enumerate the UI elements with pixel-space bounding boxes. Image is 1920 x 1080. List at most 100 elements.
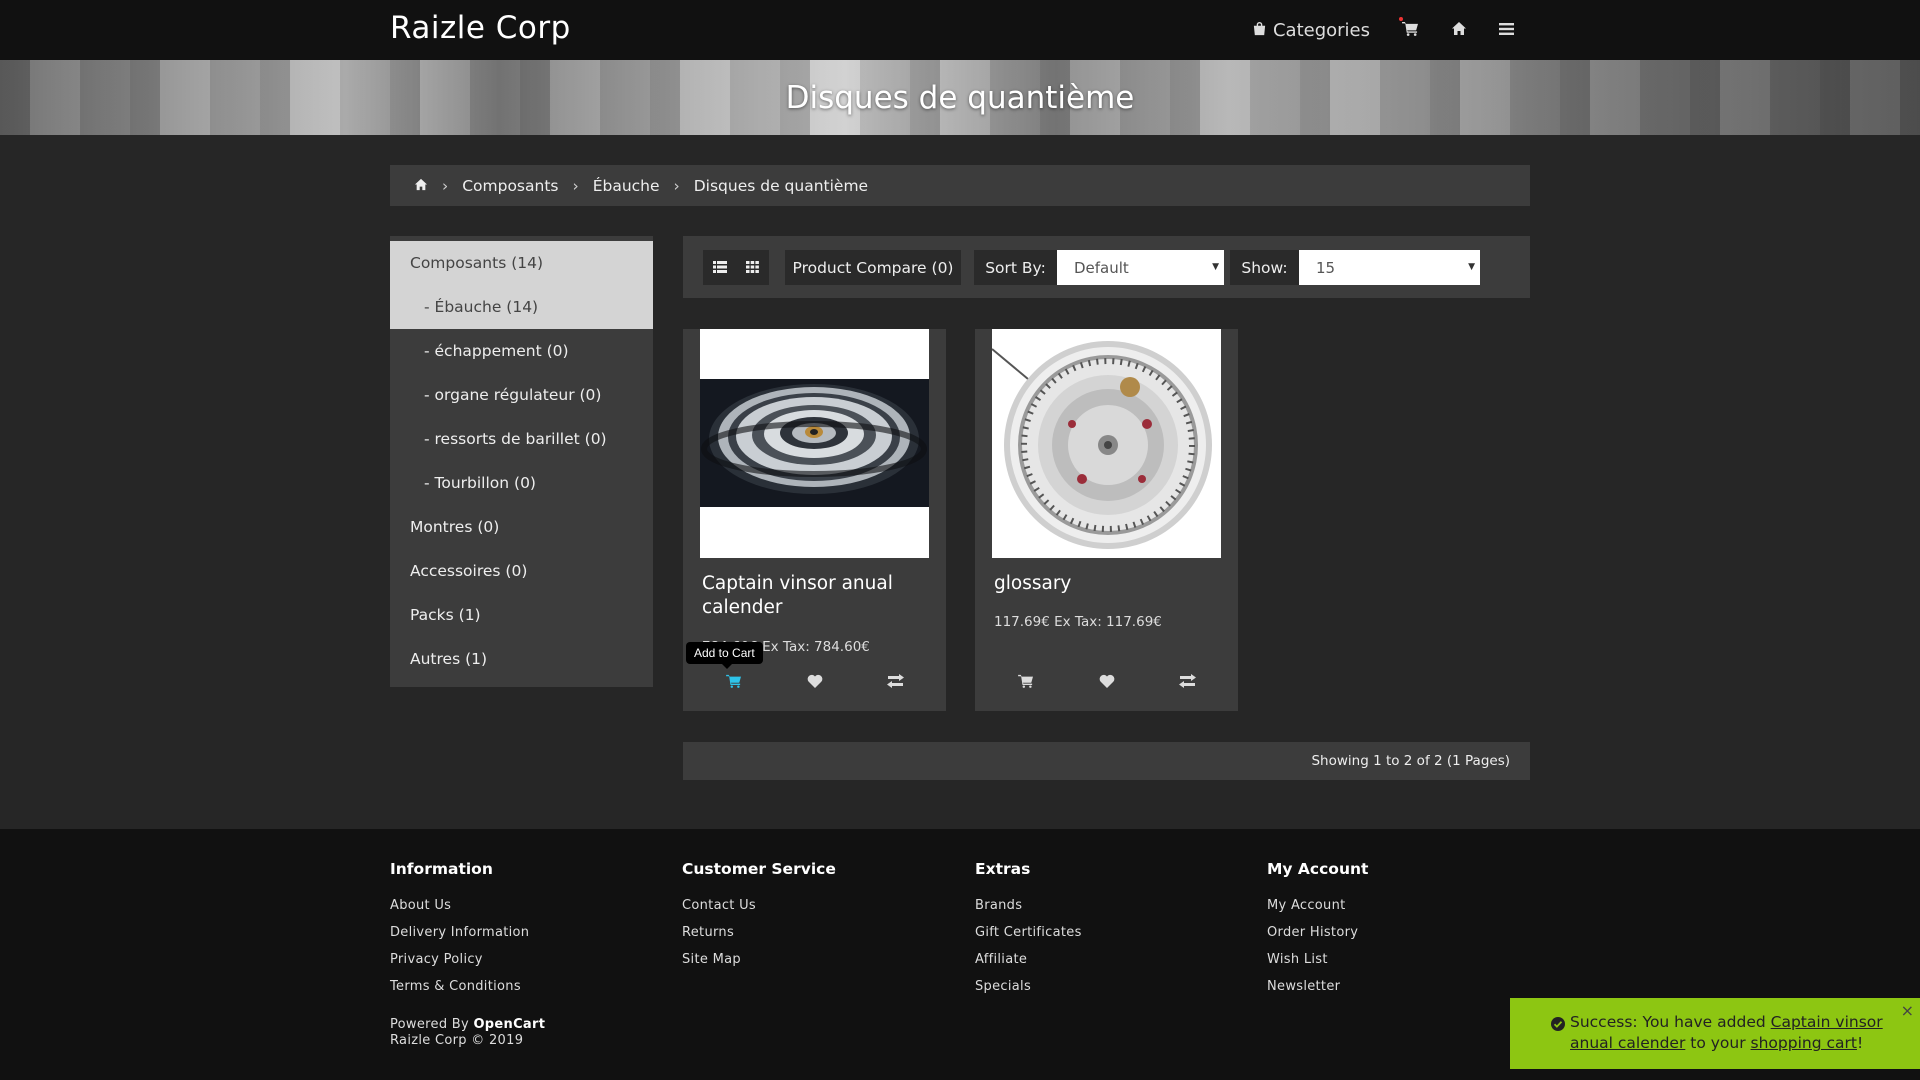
- alert-middle: to your: [1690, 1034, 1746, 1052]
- show-label: Show:: [1230, 250, 1299, 285]
- powered-prefix: Powered By: [390, 1017, 470, 1032]
- show-select-value: 15: [1316, 258, 1336, 277]
- alert-prefix: Success: You have added: [1570, 1013, 1766, 1031]
- category-banner: Disques de quantième: [0, 60, 1920, 135]
- sidebar-item-tourbillon[interactable]: - Tourbillon (0): [390, 461, 653, 505]
- footer-link[interactable]: Brands: [975, 892, 1082, 919]
- breadcrumb-item[interactable]: Composants: [462, 177, 558, 195]
- sort-by-label: Sort By:: [974, 250, 1057, 285]
- sidebar-item-composants[interactable]: Composants (14): [390, 241, 653, 285]
- categories-menu[interactable]: Categories: [1252, 20, 1370, 41]
- footer-link[interactable]: Wish List: [1267, 946, 1368, 973]
- show-limit-select[interactable]: 15 ▼: [1299, 250, 1480, 285]
- sidebar-item-echappement[interactable]: - échappement (0): [390, 329, 653, 373]
- product-card: Captain vinsor anual calender 784.60€ Ex…: [683, 329, 946, 711]
- product-image[interactable]: [700, 329, 929, 558]
- add-to-wishlist-button[interactable]: [795, 669, 835, 695]
- footer-link[interactable]: Terms & Conditions: [390, 973, 529, 1000]
- opencart-link[interactable]: OpenCart: [473, 1017, 545, 1032]
- brand-logo[interactable]: Raizle Corp: [390, 10, 571, 46]
- product-name[interactable]: Captain vinsor anual calender: [702, 572, 922, 620]
- breadcrumb-separator: ›: [442, 176, 449, 195]
- breadcrumb-separator: ›: [673, 176, 680, 195]
- sidebar-item-ebauche[interactable]: - Ébauche (14): [390, 285, 653, 329]
- breadcrumb-item[interactable]: Disques de quantième: [694, 177, 868, 195]
- page-title: Disques de quantième: [785, 80, 1135, 116]
- sidebar-item-organe-regulateur[interactable]: - organe régulateur (0): [390, 373, 653, 417]
- footer-link[interactable]: Affiliate: [975, 946, 1082, 973]
- shopping-bag-icon: [1252, 20, 1267, 41]
- product-price: 117.69€ Ex Tax: 117.69€: [994, 614, 1162, 630]
- sidebar-item-autres[interactable]: Autres (1): [390, 637, 653, 681]
- category-sidebar: Composants (14) - Ébauche (14) - échappe…: [390, 236, 653, 687]
- sort-select-value: Default: [1074, 258, 1129, 277]
- compare-icon: [887, 673, 904, 692]
- chevron-down-icon: ▼: [1468, 262, 1475, 272]
- sidebar-item-montres[interactable]: Montres (0): [390, 505, 653, 549]
- breadcrumb-separator: ›: [572, 176, 579, 195]
- add-to-cart-tooltip: Add to Cart: [686, 642, 763, 669]
- heart-icon: [807, 673, 823, 692]
- sort-select[interactable]: Default ▼: [1057, 250, 1224, 285]
- cart-button[interactable]: [1399, 16, 1419, 41]
- footer-link[interactable]: Returns: [682, 919, 836, 946]
- heart-icon: [1099, 673, 1115, 692]
- footer-link[interactable]: My Account: [1267, 892, 1368, 919]
- product-name[interactable]: glossary: [994, 572, 1214, 596]
- footer-link[interactable]: Site Map: [682, 946, 836, 973]
- product-compare-button[interactable]: Product Compare (0): [785, 250, 961, 285]
- compare-button[interactable]: [1168, 669, 1208, 695]
- list-view-button[interactable]: [703, 250, 736, 285]
- categories-label: Categories: [1272, 19, 1370, 41]
- product-image[interactable]: [992, 329, 1221, 558]
- alert-cart-link[interactable]: shopping cart: [1751, 1034, 1857, 1052]
- compare-button[interactable]: [876, 669, 916, 695]
- footer-column-information: Information About Us Delivery Informatio…: [390, 860, 529, 1000]
- footer-link[interactable]: Contact Us: [682, 892, 836, 919]
- success-alert: Success: You have added Captain vinsor a…: [1510, 998, 1920, 1069]
- footer-heading: My Account: [1267, 860, 1369, 878]
- grid-view-button[interactable]: [736, 250, 769, 285]
- copyright: Raizle Corp © 2019: [390, 1033, 524, 1048]
- grid-view-icon: [746, 258, 759, 277]
- product-actions: [975, 669, 1238, 695]
- top-navbar: Raizle Corp Categories: [0, 0, 1920, 60]
- compare-icon: [1179, 673, 1196, 692]
- home-button[interactable]: [1451, 20, 1467, 41]
- footer-link[interactable]: Order History: [1267, 919, 1368, 946]
- sidebar-item-ressorts-de-barillet[interactable]: - ressorts de barillet (0): [390, 417, 653, 461]
- product-card: glossary 117.69€ Ex Tax: 117.69€: [975, 329, 1238, 711]
- list-view-icon: [712, 258, 727, 277]
- footer-column-customer-service: Customer Service Contact Us Returns Site…: [682, 860, 836, 973]
- product-toolbar: Product Compare (0) Sort By: Default ▼ S…: [683, 236, 1530, 298]
- footer-link[interactable]: Privacy Policy: [390, 946, 529, 973]
- add-to-wishlist-button[interactable]: [1087, 669, 1127, 695]
- footer-link[interactable]: Gift Certificates: [975, 919, 1082, 946]
- add-to-cart-button[interactable]: [714, 669, 754, 695]
- sidebar-item-accessoires[interactable]: Accessoires (0): [390, 549, 653, 593]
- menu-button[interactable]: [1499, 20, 1514, 41]
- alert-suffix: !: [1856, 1034, 1864, 1052]
- check-circle-icon: [1551, 1016, 1565, 1037]
- footer-link[interactable]: About Us: [390, 892, 529, 919]
- breadcrumb-home-icon[interactable]: [414, 177, 428, 195]
- add-to-cart-button[interactable]: [1006, 669, 1046, 695]
- menu-icon: [1499, 20, 1514, 41]
- footer-link[interactable]: Specials: [975, 973, 1082, 1000]
- footer-heading: Extras: [975, 860, 1031, 878]
- footer-column-extras: Extras Brands Gift Certificates Affiliat…: [975, 860, 1082, 1000]
- cart-icon: [725, 673, 742, 692]
- close-icon[interactable]: ×: [1901, 1000, 1914, 1021]
- breadcrumb-item[interactable]: Ébauche: [593, 177, 660, 195]
- nav-right: Categories: [1252, 0, 1514, 60]
- pagination-results: Showing 1 to 2 of 2 (1 Pages): [683, 742, 1530, 780]
- powered-by: Powered By OpenCart Raizle Corp © 2019: [390, 1017, 545, 1049]
- footer-link[interactable]: Delivery Information: [390, 919, 529, 946]
- home-icon: [1451, 20, 1467, 41]
- breadcrumb: › Composants › Ébauche › Disques de quan…: [390, 165, 1530, 206]
- footer-link[interactable]: Newsletter: [1267, 973, 1368, 1000]
- product-actions: [683, 669, 946, 695]
- sidebar-item-packs[interactable]: Packs (1): [390, 593, 653, 637]
- cart-icon: [1402, 20, 1419, 41]
- footer-heading: Customer Service: [682, 860, 836, 878]
